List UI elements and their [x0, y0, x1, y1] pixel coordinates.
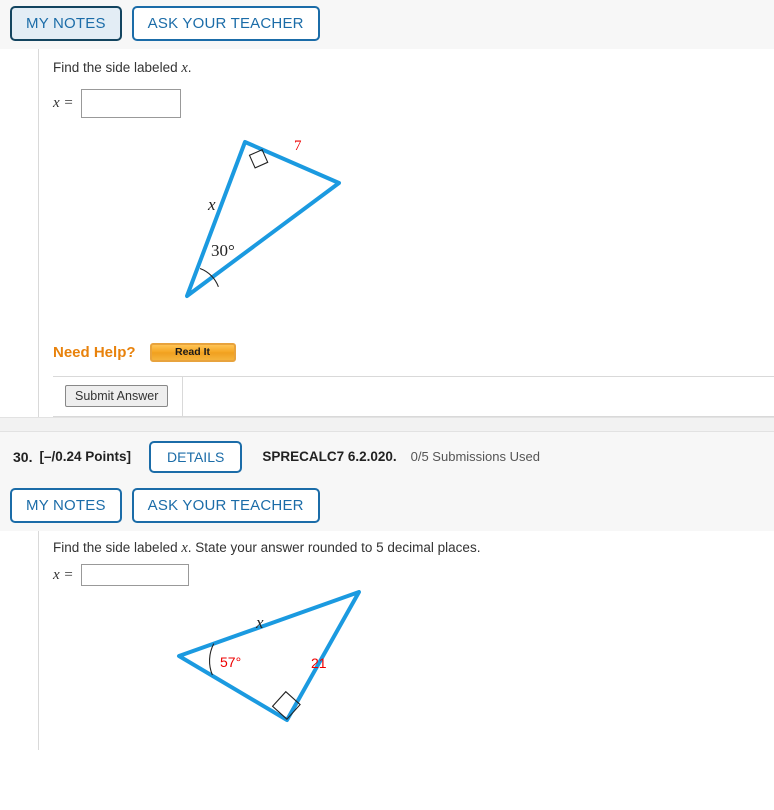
angle-arc-30	[208, 643, 215, 676]
my-notes-button-30[interactable]: MY NOTES	[10, 487, 122, 523]
triangle-outline-29	[185, 139, 341, 298]
question-30-prompt: Find the side labeled x. State your answ…	[53, 539, 774, 559]
prompt-text-pre-29: Find the side labeled	[53, 60, 182, 75]
question-29-body: Find the side labeled x. x = 7 x 30° Nee…	[0, 49, 774, 417]
question-29-gutter	[0, 49, 39, 417]
section-separator	[0, 416, 774, 432]
question-29-action-buttons: MY NOTES ASK YOUR TEACHER	[0, 0, 774, 49]
unknown-side-label-30: x	[255, 613, 264, 632]
question-30-submissions: 0/5 Submissions Used	[410, 449, 540, 465]
prompt-text-post-29: .	[187, 60, 192, 75]
side-label-29: 7	[294, 138, 302, 154]
answer-label-30: x =	[53, 566, 74, 583]
my-notes-button-29[interactable]: MY NOTES	[10, 6, 122, 41]
triangle-outline-30	[177, 590, 361, 723]
side-label-30: 21	[311, 655, 327, 671]
submit-answer-button-29[interactable]: Submit Answer	[65, 384, 169, 407]
question-30-action-buttons: MY NOTES ASK YOUR TEACHER	[0, 481, 774, 531]
question-29-prompt: Find the side labeled x.	[53, 59, 774, 79]
need-help-label-29: Need Help?	[53, 343, 136, 361]
question-30-content: Find the side labeled x . State your answ…	[39, 531, 774, 751]
answer-line-29: x =	[53, 88, 774, 118]
angle-label-29: 30°	[211, 241, 235, 260]
question-30-header: 30. [–/0.24 Points] DETAILS SPRECALC7 6.…	[0, 431, 774, 482]
submit-bar-29: Submit Answer	[53, 375, 774, 417]
answer-label-29: x =	[53, 94, 74, 111]
question-29-content: Find the side labeled x. x = 7 x 30° Nee…	[39, 49, 774, 417]
question-30-gutter	[0, 530, 39, 751]
triangle-figure-30: x 57° 21	[177, 590, 361, 723]
prompt-text-pre-30: Find the side labeled	[53, 539, 182, 555]
unknown-side-label-29: x	[207, 195, 216, 214]
question-30-points: [–/0.24 Points]	[39, 449, 131, 465]
answer-input-29[interactable]	[80, 88, 181, 118]
need-help-row-29: Need Help? Read It	[53, 342, 774, 362]
question-30-body: Find the side labeled x . State your answ…	[0, 530, 774, 751]
ask-your-teacher-button-30[interactable]: ASK YOUR TEACHER	[131, 487, 320, 523]
answer-input-30[interactable]	[80, 564, 189, 587]
read-it-button-29[interactable]: Read It	[149, 342, 236, 362]
submit-bar-filler-29	[183, 377, 774, 417]
triangle-figure-29: 7 x 30°	[185, 138, 341, 298]
submit-box-29: Submit Answer	[53, 376, 183, 417]
prompt-text-post-30: . State your answer rounded to 5 decimal…	[187, 539, 481, 555]
question-30-code: SPRECALC7 6.2.020.	[262, 449, 397, 465]
details-button-30[interactable]: DETAILS	[149, 440, 243, 473]
angle-label-30: 57°	[220, 654, 241, 670]
answer-line-30: x =	[53, 564, 774, 587]
ask-your-teacher-button-29[interactable]: ASK YOUR TEACHER	[131, 6, 320, 41]
question-30-number: 30.	[13, 448, 33, 465]
